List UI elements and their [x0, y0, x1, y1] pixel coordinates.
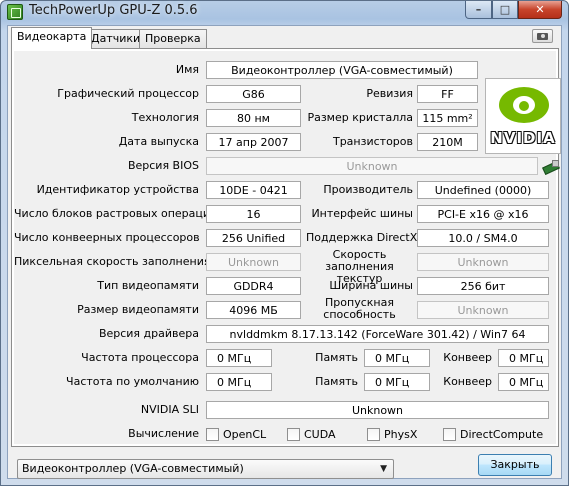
- gpuz-window: TechPowerUp GPU-Z 0.5.6 – □ ✕ Видеокарта…: [0, 0, 569, 486]
- default-clock-value: 0 МГц: [206, 373, 272, 391]
- nvidia-logo: NVIDIA: [485, 78, 561, 154]
- transistors-value: 210M: [417, 133, 478, 151]
- tab-sensors[interactable]: Датчики: [85, 29, 147, 48]
- shaders-value: 256 Unified: [206, 229, 301, 247]
- default-memory-value: 0 МГц: [364, 373, 430, 391]
- physx-label: PhysX: [384, 427, 418, 441]
- gpu-clock-label: Частота процессора: [81, 351, 199, 364]
- close-button[interactable]: Закрыть: [478, 454, 552, 476]
- release-date-label: Дата выпуска: [118, 135, 199, 148]
- technology-value: 80 нм: [206, 109, 301, 127]
- panel-content: Имя Видеоконтроллер (VGA-совместимый) Гр…: [14, 51, 561, 444]
- sli-value: Unknown: [206, 401, 549, 419]
- directx-value: 10.0 / SM4.0: [417, 229, 549, 247]
- pixel-fillrate-label: Пиксельная скорость заполнения: [14, 255, 211, 268]
- close-window-button[interactable]: ✕: [518, 1, 562, 19]
- cuda-checkbox-box[interactable]: [287, 427, 300, 441]
- window-title: TechPowerUp GPU-Z 0.5.6: [29, 3, 198, 18]
- client-area: Видеокарта Датчики Проверка Имя Видеокон…: [7, 25, 562, 479]
- die-size-label: Размер кристалла: [307, 111, 413, 124]
- bios-save-icon[interactable]: [543, 160, 559, 172]
- sli-label: NVIDIA SLI: [140, 403, 199, 416]
- opencl-label: OpenCL: [223, 427, 267, 441]
- tab-graphics-card[interactable]: Видеокарта: [11, 27, 93, 49]
- directcompute-label: DirectCompute: [460, 427, 544, 441]
- cuda-checkbox[interactable]: CUDA: [287, 425, 336, 443]
- directcompute-checkbox-box[interactable]: [443, 427, 456, 441]
- memory-clock-label: Память: [315, 351, 358, 364]
- bus-width-value: 256 бит: [417, 277, 549, 295]
- nvidia-eye-pupil: [519, 101, 529, 111]
- shaders-label: Число конвеерных процессоров: [14, 231, 200, 244]
- technology-label: Технология: [131, 111, 199, 124]
- minimize-button[interactable]: –: [465, 1, 492, 19]
- name-value: Видеоконтроллер (VGA-совместимый): [206, 61, 478, 79]
- device-id-value: 10DE - 0421: [206, 181, 301, 199]
- release-date-value: 17 апр 2007: [206, 133, 301, 151]
- default-shader-label: Конвеер: [443, 375, 492, 388]
- compute-label: Вычисление: [128, 427, 199, 440]
- bus-interface-label: Интерфейс шины: [311, 207, 413, 220]
- vendor-label: Производитель: [323, 183, 413, 196]
- gpuz-app-icon: [7, 4, 23, 20]
- gpu-clock-value: 0 МГц: [206, 349, 272, 367]
- physx-checkbox[interactable]: PhysX: [367, 425, 417, 443]
- tab-validation[interactable]: Проверка: [139, 29, 207, 48]
- device-id-label: Идентификатор устройства: [36, 183, 199, 196]
- nvidia-logo-text: NVIDIA: [490, 129, 556, 147]
- cuda-label: CUDA: [304, 427, 336, 441]
- gpu-label: Графический процессор: [57, 87, 199, 100]
- transistors-label: Транзисторов: [332, 135, 413, 148]
- memory-type-label: Тип видеопамяти: [97, 279, 199, 292]
- rops-value: 16: [206, 205, 301, 223]
- memory-type-value: GDDR4: [206, 277, 301, 295]
- rops-label: Число блоков растровых операций: [14, 207, 218, 220]
- revision-value: FF: [417, 85, 478, 103]
- title-bar[interactable]: TechPowerUp GPU-Z 0.5.6 – □ ✕: [1, 1, 568, 23]
- driver-version-value: nvlddmkm 8.17.13.142 (ForceWare 301.42) …: [206, 325, 549, 343]
- bus-width-label: Ширина шины: [329, 279, 413, 292]
- texture-fillrate-value: Unknown: [417, 253, 549, 271]
- bandwidth-label: Пропускная способность: [323, 296, 396, 321]
- device-select[interactable]: Видеоконтроллер (VGA-совместимый) ▼: [17, 459, 394, 479]
- memory-size-value: 4096 МБ: [206, 301, 301, 319]
- default-clock-label: Частота по умолчанию: [66, 375, 199, 388]
- device-select-value: Видеоконтроллер (VGA-совместимый): [22, 462, 244, 475]
- bios-version-label: Версия BIOS: [127, 159, 199, 172]
- gpu-value: G86: [206, 85, 301, 103]
- graphics-card-panel: Имя Видеоконтроллер (VGA-совместимый) Гр…: [11, 48, 561, 447]
- memory-clock-value: 0 МГц: [364, 349, 430, 367]
- shader-clock-value: 0 МГц: [498, 349, 549, 367]
- default-shader-value: 0 МГц: [498, 373, 549, 391]
- bandwidth-value: Unknown: [417, 301, 549, 319]
- directcompute-checkbox[interactable]: DirectCompute: [443, 425, 543, 443]
- name-label: Имя: [175, 63, 199, 76]
- maximize-button[interactable]: □: [492, 1, 518, 19]
- opencl-checkbox[interactable]: OpenCL: [206, 425, 266, 443]
- texture-fillrate-label: Скорость заполнения текстур: [325, 248, 394, 285]
- directx-label: Поддержка DirectX: [306, 231, 418, 244]
- camera-icon[interactable]: [532, 29, 553, 43]
- pixel-fillrate-value: Unknown: [206, 253, 301, 271]
- revision-label: Ревизия: [366, 87, 413, 100]
- driver-version-label: Версия драйвера: [98, 327, 199, 340]
- default-memory-label: Память: [315, 375, 358, 388]
- physx-checkbox-box[interactable]: [367, 427, 380, 441]
- chevron-down-icon[interactable]: ▼: [380, 460, 387, 478]
- opencl-checkbox-box[interactable]: [206, 427, 219, 441]
- die-size-value: 115 mm²: [417, 109, 478, 127]
- bus-interface-value: PCI-E x16 @ x16: [417, 205, 549, 223]
- bios-version-value: Unknown: [206, 157, 538, 175]
- shader-clock-label: Конвеер: [443, 351, 492, 364]
- memory-size-label: Размер видеопамяти: [77, 303, 199, 316]
- vendor-value: Undefined (0000): [417, 181, 549, 199]
